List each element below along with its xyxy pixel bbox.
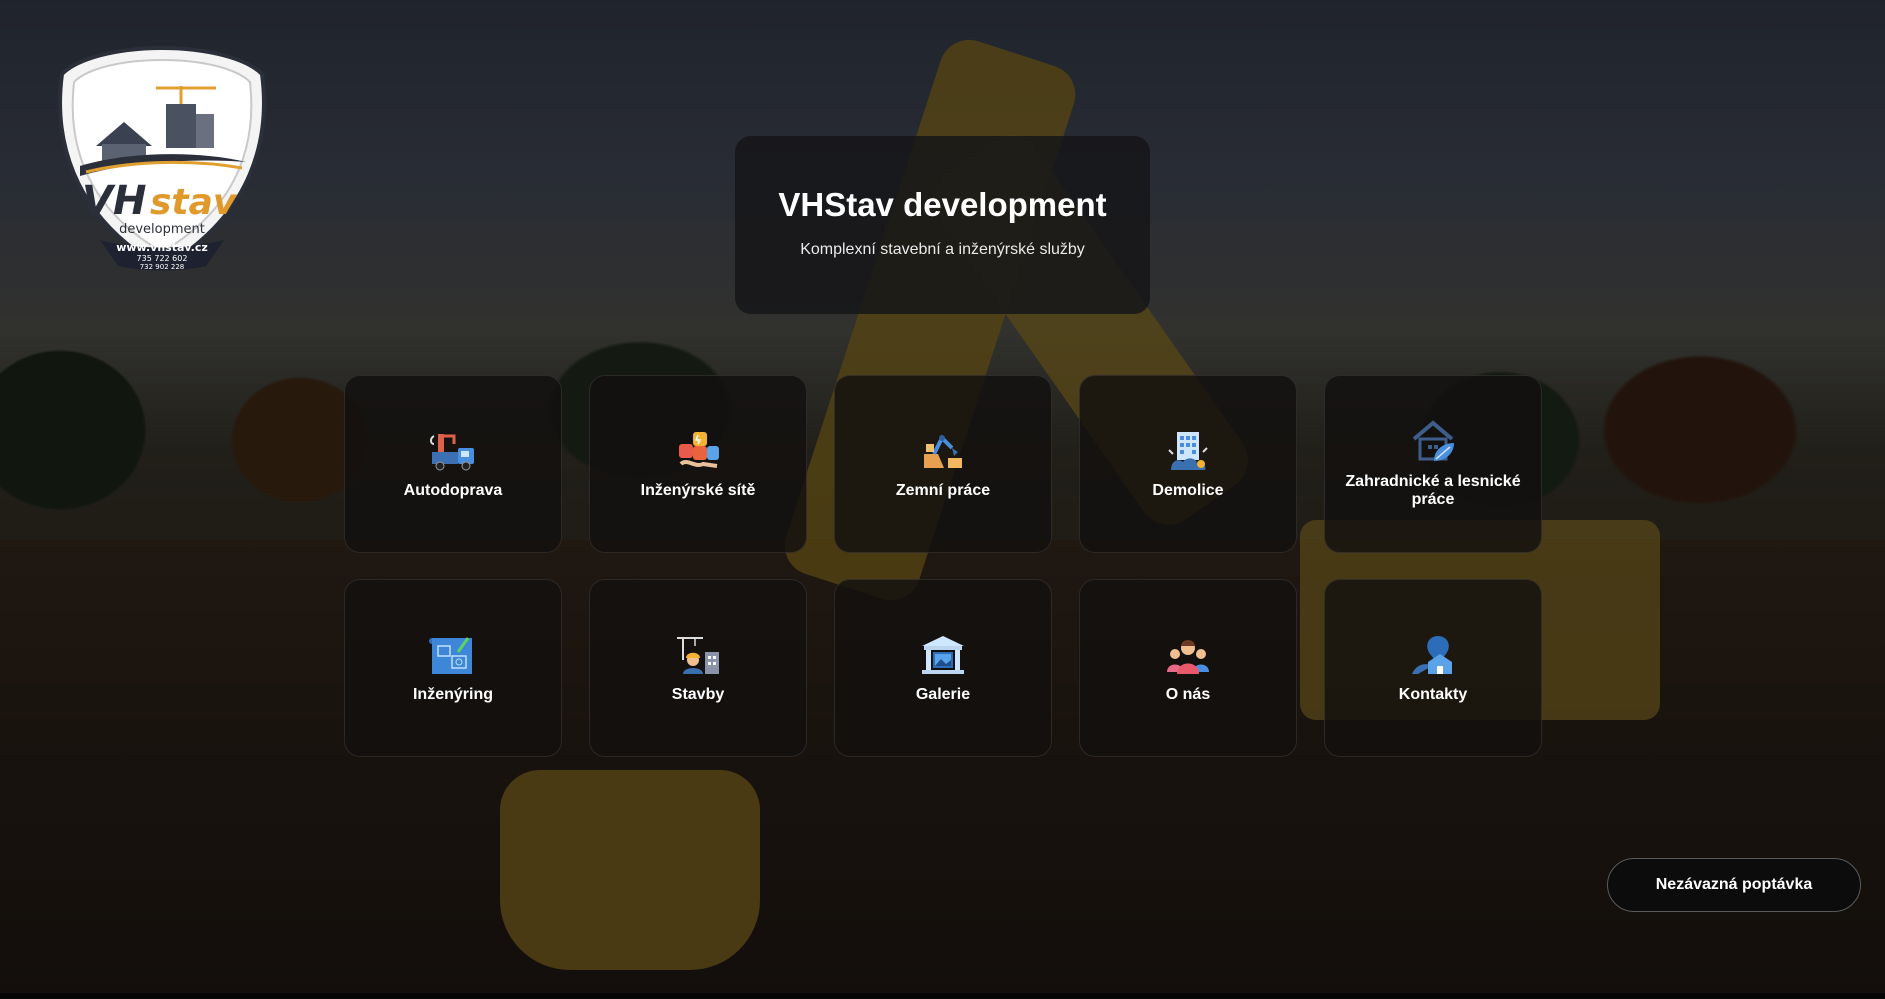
service-card-galerie[interactable]: Galerie xyxy=(834,579,1052,757)
service-label: Autodoprava xyxy=(403,481,503,499)
service-label: Inženýring xyxy=(412,685,493,703)
service-card-o-nas[interactable]: O nás xyxy=(1079,579,1297,757)
service-card-zahradnicke-a-lesnicke-prace[interactable]: Zahradnické a lesnické práce xyxy=(1324,375,1542,553)
service-label: Inženýrské sítě xyxy=(640,481,756,499)
svg-text:732 902 228: 732 902 228 xyxy=(140,263,185,271)
service-label: Demolice xyxy=(1152,481,1224,499)
svg-text:stav: stav xyxy=(150,182,238,223)
service-label: Stavby xyxy=(671,685,725,703)
utilities-icon xyxy=(679,431,719,468)
page-subtitle: Komplexní stavební a inženýrské služby xyxy=(800,241,1085,258)
house-leaf-icon xyxy=(1412,419,1454,461)
service-label: Kontakty xyxy=(1398,685,1468,703)
hero-card: VHStav development Komplexní stavební a … xyxy=(735,136,1150,314)
gallery-icon xyxy=(922,635,964,674)
team-icon xyxy=(1167,639,1209,674)
svg-text:www.vhstav.cz: www.vhstav.cz xyxy=(116,241,208,254)
demolition-building-icon xyxy=(1168,431,1208,470)
services-grid: Autodoprava Inženýrské sítě Zemní práce xyxy=(344,375,1542,757)
service-card-demolice[interactable]: Demolice xyxy=(1079,375,1297,553)
service-card-zemni-prace[interactable]: Zemní práce xyxy=(834,375,1052,553)
service-card-stavby[interactable]: Stavby xyxy=(589,579,807,757)
svg-text:development: development xyxy=(119,222,205,237)
inquiry-button[interactable]: Nezávazná poptávka xyxy=(1607,858,1861,912)
service-label: Galerie xyxy=(915,685,971,703)
service-card-inzenyring[interactable]: Inženýring xyxy=(344,579,562,757)
service-card-autodoprava[interactable]: Autodoprava xyxy=(344,375,562,553)
bottom-strip xyxy=(0,993,1885,999)
excavator-icon xyxy=(924,434,962,468)
blueprint-icon xyxy=(429,636,472,674)
page-title: VHStav development xyxy=(778,186,1107,223)
svg-text:735 722 602: 735 722 602 xyxy=(137,254,188,263)
svg-text:VH: VH xyxy=(82,178,146,224)
service-label: O nás xyxy=(1165,685,1211,703)
service-card-inzenyrske-site[interactable]: Inženýrské sítě xyxy=(589,375,807,553)
service-card-kontakty[interactable]: Kontakty xyxy=(1324,579,1542,757)
service-label: Zahradnické a lesnické práce xyxy=(1345,472,1521,508)
company-logo[interactable]: VH stav development www.vhstav.cz 735 72… xyxy=(56,44,268,272)
truck-crane-icon xyxy=(430,433,474,471)
map-pin-home-icon xyxy=(1412,635,1452,674)
construction-worker-icon xyxy=(677,636,719,674)
service-label: Zemní práce xyxy=(895,481,991,499)
